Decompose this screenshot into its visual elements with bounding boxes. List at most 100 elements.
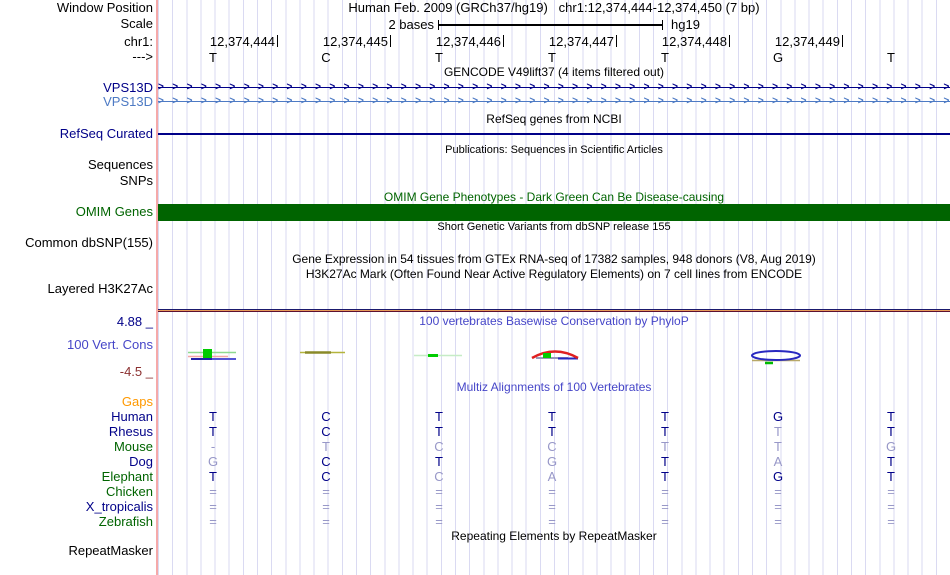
exon-direction-arrow-icon: > <box>843 81 850 94</box>
exon-direction-arrow-icon: > <box>786 95 793 108</box>
exon-direction-arrow-icon: > <box>829 81 836 94</box>
repeatmasker-track-title[interactable]: Repeating Elements by RepeatMasker <box>158 530 950 543</box>
exon-direction-arrow-icon: > <box>457 81 464 94</box>
exon-direction-arrow-icon: > <box>700 95 707 108</box>
exon-direction-arrow-icon: > <box>229 95 236 108</box>
track-label-repeatmasker[interactable]: RepeatMasker <box>0 544 153 558</box>
track-label-common-dbsnp[interactable]: Common dbSNP(155) <box>0 236 153 250</box>
track-label-100-vert-cons[interactable]: 100 Vert. Cons <box>0 338 153 352</box>
exon-direction-arrow-icon: > <box>686 95 693 108</box>
exon-direction-arrow-icon: > <box>200 81 207 94</box>
exon-direction-arrow-icon: > <box>372 81 379 94</box>
exon-direction-arrow-icon: > <box>729 81 736 94</box>
publications-track-title[interactable]: Publications: Sequences in Scientific Ar… <box>158 144 950 157</box>
track-label-snps[interactable]: SNPs <box>0 174 153 188</box>
species-label-elephant[interactable]: Elephant <box>0 470 153 484</box>
exon-direction-arrow-icon: > <box>457 95 464 108</box>
alignment-base: C <box>321 409 331 424</box>
exon-direction-arrow-icon: > <box>372 95 379 108</box>
alignment-base: = <box>322 484 330 499</box>
gencode-track-title[interactable]: GENCODE V49lift37 (4 items filtered out) <box>158 66 950 79</box>
species-label-human[interactable]: Human <box>0 410 153 424</box>
alignment-base: = <box>774 484 782 499</box>
ruler-tick <box>616 35 617 47</box>
reference-base: T <box>209 50 217 65</box>
exon-direction-arrow-icon: > <box>857 81 864 94</box>
alignment-base: G <box>546 454 558 469</box>
exon-direction-arrow-icon: > <box>843 95 850 108</box>
exon-direction-arrow-icon: > <box>158 95 164 108</box>
exon-direction-arrow-icon: > <box>929 95 936 108</box>
scale-bar <box>438 24 663 26</box>
exon-direction-arrow-icon: > <box>315 95 321 108</box>
alignment-base: = <box>661 484 669 499</box>
exon-direction-arrow-icon: > <box>443 81 450 94</box>
exon-direction-arrow-icon: > <box>557 95 564 108</box>
alignment-base: = <box>322 514 330 529</box>
assembly-name: Human Feb. 2009 (GRCh37/hg19) <box>348 0 548 15</box>
ruler-tick <box>277 35 278 47</box>
exon-direction-arrow-icon: > <box>800 81 807 94</box>
exon-direction-arrow-icon: > <box>343 81 350 94</box>
multiz-track-title[interactable]: Multiz Alignments of 100 Vertebrates <box>158 381 950 394</box>
alignment-base: - <box>210 439 216 454</box>
exon-direction-arrow-icon: > <box>257 95 264 108</box>
alignment-base: T <box>548 409 556 424</box>
alignment-base: = <box>435 499 443 514</box>
exon-direction-arrow-icon: > <box>300 95 307 108</box>
alignment-base: T <box>209 469 217 484</box>
exon-direction-arrow-icon: > <box>300 81 307 94</box>
track-label-sequences[interactable]: Sequences <box>0 158 153 172</box>
alignment-base: T <box>661 469 669 484</box>
h3k27ac-baseline-bottom <box>158 311 950 312</box>
exon-direction-arrow-icon: > <box>172 95 179 108</box>
exon-direction-arrow-icon: > <box>657 95 664 108</box>
exon-direction-arrow-icon: > <box>586 95 593 108</box>
species-label-zebrafish[interactable]: Zebrafish <box>0 515 153 529</box>
species-label-chicken[interactable]: Chicken <box>0 485 153 499</box>
alignment-base: = <box>435 484 443 499</box>
exon-direction-arrow-icon: > <box>172 81 179 94</box>
species-label-dog[interactable]: Dog <box>0 455 153 469</box>
track-label-layered-h3k27ac[interactable]: Layered H3K27Ac <box>0 282 153 296</box>
exon-direction-arrow-icon: > <box>400 81 407 94</box>
ruler-position-label: 12,374,446 <box>435 34 501 49</box>
species-label-gaps[interactable]: Gaps <box>0 395 153 409</box>
scale-label: Scale <box>120 16 153 31</box>
exon-direction-arrow-icon: > <box>586 81 593 94</box>
exon-direction-arrow-icon: > <box>329 81 336 94</box>
exon-direction-arrow-icon: > <box>672 81 678 94</box>
gene-body-vps13d-2[interactable]: > > > > > > > > > > > > > > > > > > > > > > > > > > > > > > > > > > > > > > > >… <box>158 95 950 108</box>
ruler-tick <box>503 35 504 47</box>
exon-direction-arrow-icon: > <box>429 81 436 94</box>
track-label-omim-genes[interactable]: OMIM Genes <box>0 205 153 219</box>
window-position-label: Window Position <box>56 0 153 15</box>
gene-label-vps13d-2[interactable]: VPS13D <box>0 95 153 109</box>
h3k27ac-track-title[interactable]: H3K27Ac Mark (Often Found Near Active Re… <box>158 268 950 281</box>
refseq-gene-line[interactable] <box>158 133 950 135</box>
track-label-refseq-curated[interactable]: RefSeq Curated <box>0 127 153 141</box>
gene-label-vps13d-1[interactable]: VPS13D <box>0 81 153 95</box>
gtex-track-title[interactable]: Gene Expression in 54 tissues from GTEx … <box>158 253 950 266</box>
exon-direction-arrow-icon: > <box>386 95 393 108</box>
alignment-base: T <box>661 409 669 424</box>
exon-direction-arrow-icon: > <box>186 81 193 94</box>
omim-track-title[interactable]: OMIM Gene Phenotypes - Dark Green Can Be… <box>158 191 950 204</box>
exon-direction-arrow-icon: > <box>486 95 493 108</box>
exon-direction-arrow-icon: > <box>386 81 393 94</box>
species-label-rhesus[interactable]: Rhesus <box>0 425 153 439</box>
phylop-track-title[interactable]: 100 vertebrates Basewise Conservation by… <box>158 315 950 328</box>
exon-direction-arrow-icon: > <box>543 95 550 108</box>
omim-gene-bar[interactable] <box>158 204 950 221</box>
exon-direction-arrow-icon: > <box>943 81 950 94</box>
exon-direction-arrow-icon: > <box>929 81 936 94</box>
alignment-base: C <box>434 439 444 454</box>
gene-body-vps13d-1[interactable]: > > > > > > > > > > > > > > > > > > > > > > > > > > > > > > > > > > > > > > > >… <box>158 81 950 94</box>
ruler-position-label: 12,374,448 <box>661 34 727 49</box>
species-label-x_tropicalis[interactable]: X_tropicalis <box>0 500 153 514</box>
species-label-mouse[interactable]: Mouse <box>0 440 153 454</box>
dbsnp-track-title[interactable]: Short Genetic Variants from dbSNP releas… <box>158 221 950 234</box>
alignment-base: G <box>207 454 219 469</box>
refseq-track-title[interactable]: RefSeq genes from NCBI <box>158 113 950 126</box>
exon-direction-arrow-icon: > <box>286 81 293 94</box>
